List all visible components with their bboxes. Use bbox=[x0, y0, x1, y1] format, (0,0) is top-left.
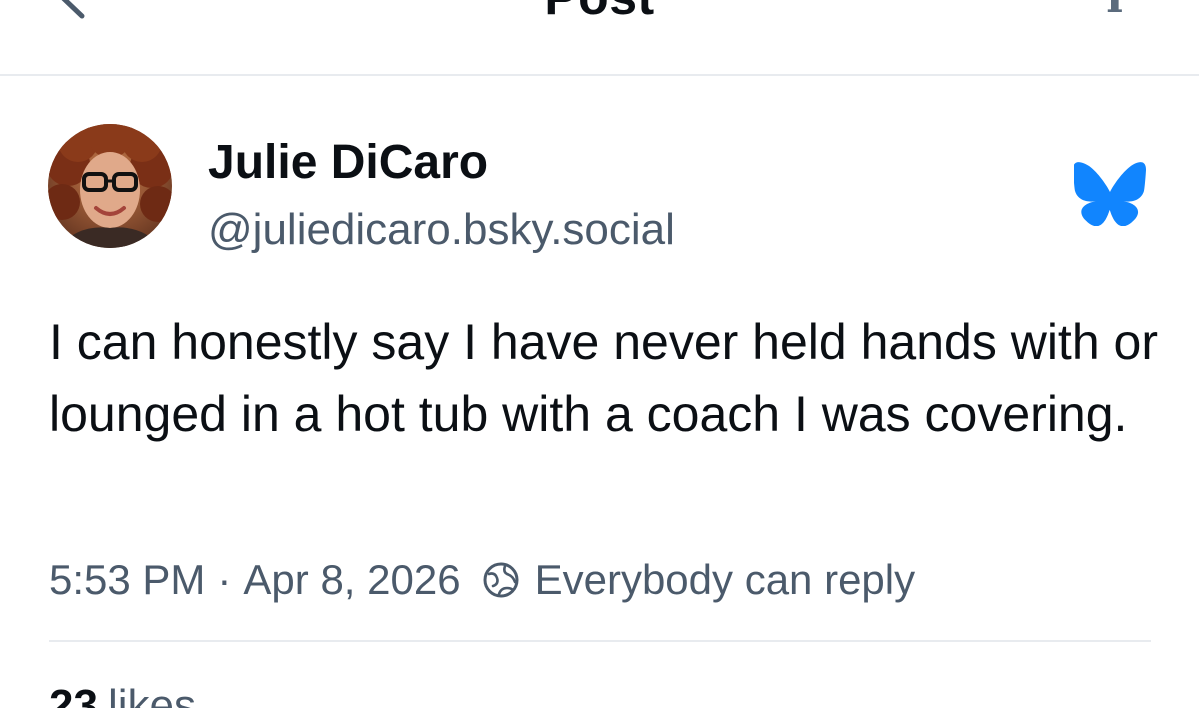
reply-setting-label: Everybody can reply bbox=[534, 556, 916, 603]
likes-count: 23 bbox=[49, 681, 98, 708]
avatar-image bbox=[48, 124, 172, 248]
post-date: Apr 8, 2026 bbox=[243, 556, 461, 603]
page-title: Post bbox=[0, 0, 1199, 22]
post-time: 5:53 PM bbox=[49, 556, 206, 603]
header-options-button[interactable]: ℹ︎ bbox=[1106, 0, 1123, 20]
divider bbox=[49, 640, 1151, 642]
likes-label: likes bbox=[107, 681, 196, 708]
meta-separator: · bbox=[217, 556, 232, 603]
bluesky-butterfly-icon bbox=[1073, 162, 1146, 227]
author-handle[interactable]: @juliedicaro.bsky.social bbox=[208, 205, 675, 254]
reply-setting-button[interactable]: Everybody can reply bbox=[481, 556, 916, 604]
likes-count-link[interactable]: 23 likes bbox=[49, 681, 196, 708]
post-body-text: I can honestly say I have never held han… bbox=[49, 314, 1158, 442]
author-display-name[interactable]: Julie DiCaro bbox=[208, 136, 488, 190]
top-bar: Post ℹ︎ bbox=[0, 0, 1199, 76]
avatar[interactable] bbox=[48, 124, 172, 248]
globe-icon bbox=[483, 562, 519, 598]
post-thread-screen: Post ℹ︎ bbox=[0, 0, 1199, 708]
post-meta: 5:53 PM · Apr 8, 2026 Everybody can repl… bbox=[49, 553, 915, 607]
info-icon: ℹ︎ bbox=[1106, 0, 1123, 22]
